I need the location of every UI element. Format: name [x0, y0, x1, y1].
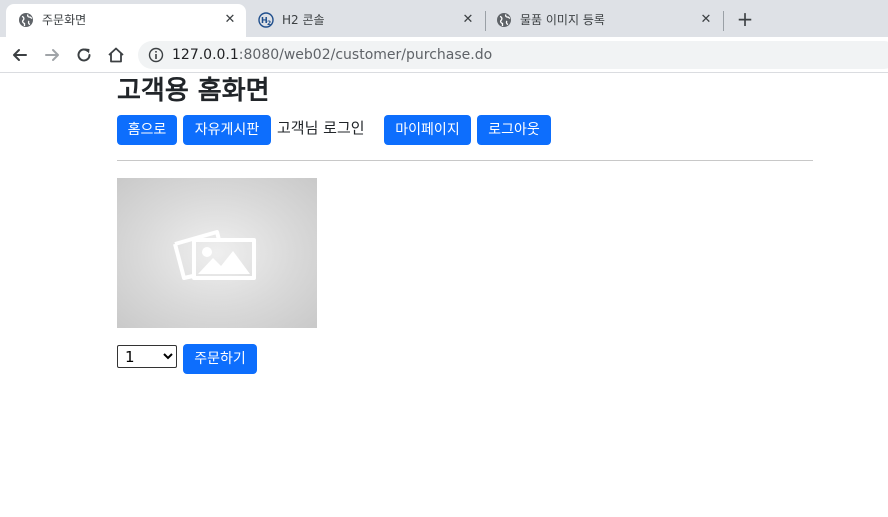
login-status: 고객님 로그인	[277, 119, 365, 137]
board-button[interactable]: 자유게시판	[183, 115, 271, 145]
tab-order-page[interactable]: 주문화면 ✕	[6, 4, 246, 37]
product-image-placeholder	[117, 178, 317, 328]
logout-button[interactable]: 로그아웃	[477, 115, 551, 145]
tab-h2-console[interactable]: H 2 H2 콘솔 ✕	[246, 4, 486, 37]
page-title: 고객용 홈화면	[117, 76, 270, 106]
new-tab-icon[interactable]: +	[734, 9, 756, 31]
tab-strip: 주문화면 ✕ H 2 H2 콘솔 ✕ 물품 이미지 등록 ✕ +	[0, 0, 888, 37]
reload-icon[interactable]	[74, 45, 94, 65]
tab-separator	[723, 11, 724, 31]
svg-text:2: 2	[267, 20, 271, 27]
tab-title: H2 콘솔	[282, 13, 325, 27]
close-tab-icon[interactable]: ✕	[222, 12, 238, 28]
mypage-button[interactable]: 마이페이지	[384, 115, 471, 145]
home-icon[interactable]	[106, 45, 126, 65]
close-tab-icon[interactable]: ✕	[460, 12, 476, 28]
image-placeholder-icon	[173, 230, 256, 280]
tab-image-upload[interactable]: 물품 이미지 등록 ✕	[486, 4, 724, 37]
address-bar[interactable]: 127.0.0.1:8080/web02/customer/purchase.d…	[138, 41, 888, 69]
back-arrow-icon[interactable]	[10, 45, 30, 65]
info-icon[interactable]	[148, 47, 164, 63]
quantity-select[interactable]: 1	[117, 345, 177, 368]
order-button[interactable]: 주문하기	[183, 344, 257, 374]
forward-arrow-icon[interactable]	[42, 45, 62, 65]
url-text: 127.0.0.1:8080/web02/customer/purchase.d…	[172, 47, 492, 63]
close-tab-icon[interactable]: ✕	[698, 12, 714, 28]
tab-title: 주문화면	[42, 13, 87, 27]
globe-icon	[19, 13, 33, 27]
h2-logo-icon: H 2	[258, 12, 274, 28]
divider	[117, 160, 813, 161]
browser-toolbar: 127.0.0.1:8080/web02/customer/purchase.d…	[0, 37, 888, 73]
url-path: :8080/web02/customer/purchase.do	[238, 47, 493, 63]
tab-title: 물품 이미지 등록	[520, 13, 605, 27]
globe-icon	[497, 13, 511, 27]
url-host: 127.0.0.1	[172, 47, 239, 63]
home-button[interactable]: 홈으로	[117, 115, 177, 145]
